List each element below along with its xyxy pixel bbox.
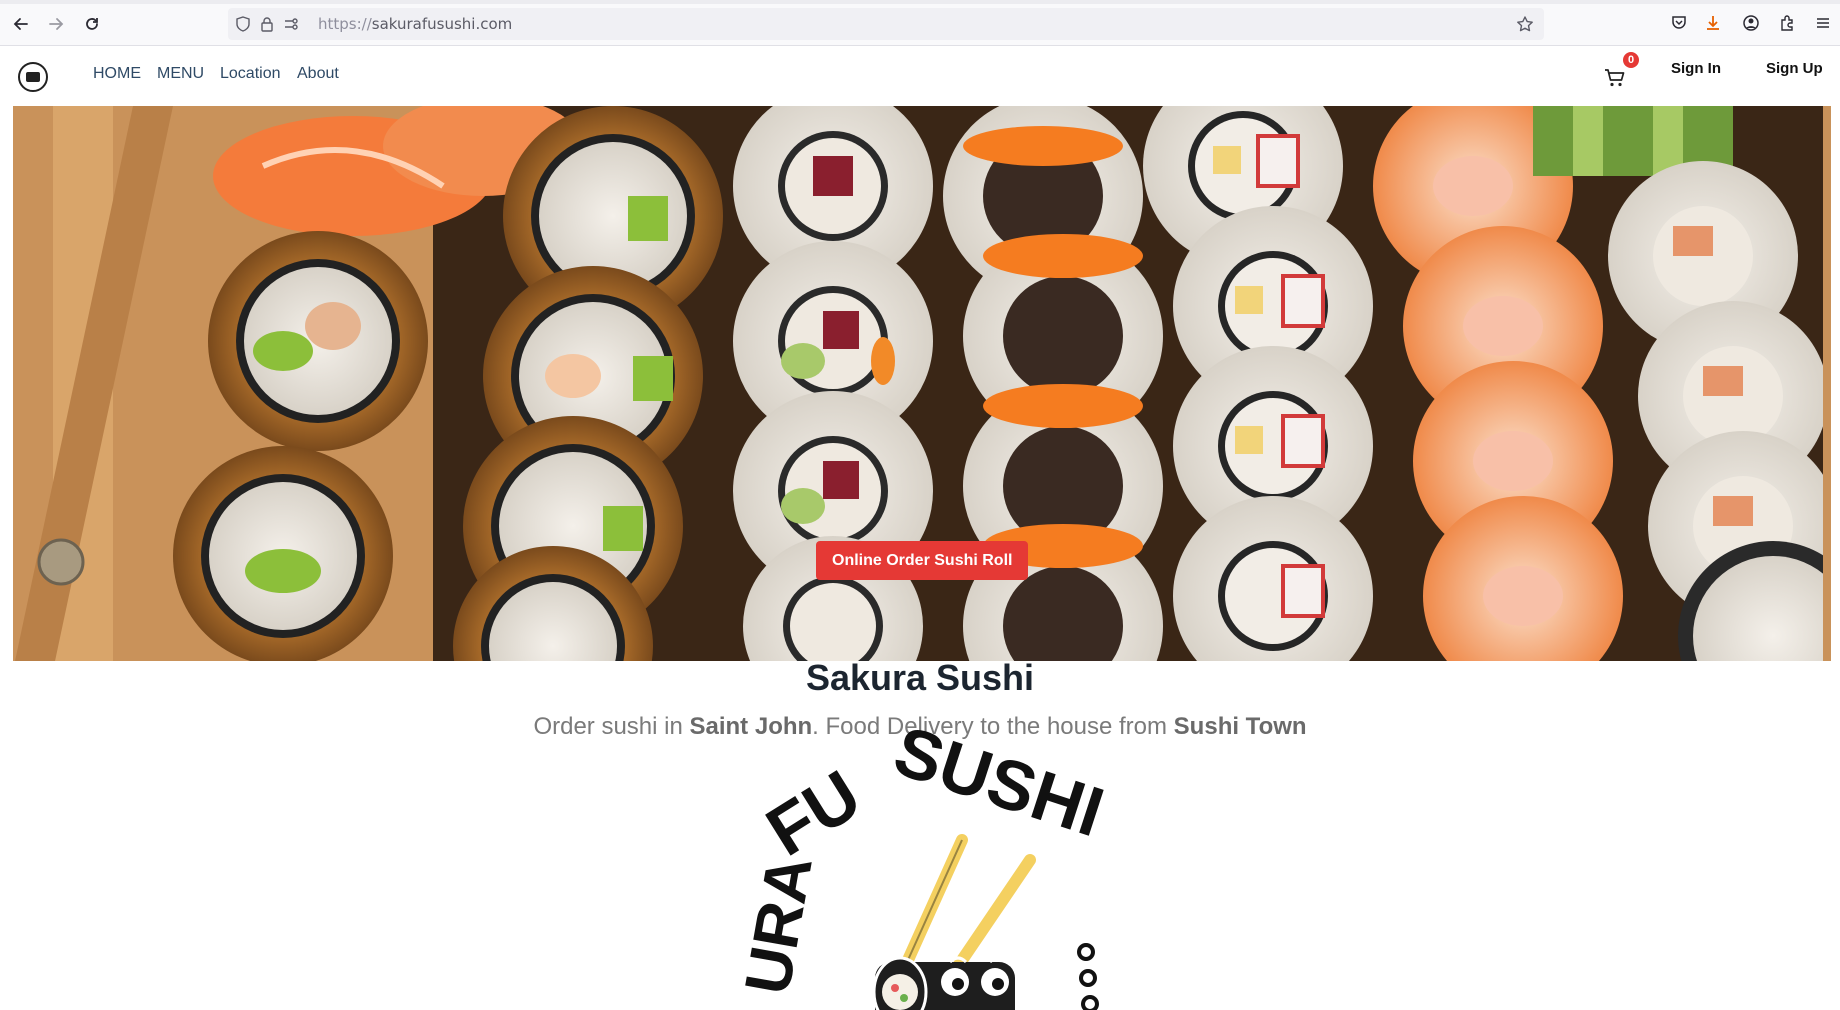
back-icon[interactable] [9, 12, 33, 36]
sign-up-link[interactable]: Sign Up [1766, 60, 1823, 77]
cart-icon[interactable] [1604, 68, 1628, 90]
shield-icon[interactable] [234, 15, 252, 33]
cart-count-badge: 0 [1623, 52, 1639, 68]
sign-in-link[interactable]: Sign In [1671, 60, 1721, 77]
menu-hamburger-icon[interactable] [1812, 12, 1834, 34]
url-host: sakurafusushi.com [371, 15, 513, 33]
url-text: https://sakurafusushi.com [318, 15, 512, 33]
forward-icon[interactable] [44, 12, 68, 36]
nav-location[interactable]: Location [220, 65, 281, 83]
site-permissions-icon[interactable] [282, 15, 300, 33]
nav-about[interactable]: About [297, 65, 339, 83]
account-icon[interactable] [1740, 12, 1762, 34]
pocket-icon[interactable] [1668, 12, 1690, 34]
nav-home[interactable]: HOME [93, 65, 141, 83]
subtitle-brand: Sushi Town [1173, 713, 1307, 740]
logo-arc-text-left: URA [731, 850, 826, 999]
tab-strip-edge [0, 0, 1840, 4]
lock-icon[interactable] [258, 15, 276, 33]
bookmark-star-icon[interactable] [1516, 15, 1534, 33]
url-bar[interactable]: https://sakurafusushi.com [228, 8, 1544, 40]
nav-menu[interactable]: MENU [157, 65, 204, 83]
logo-arc-text-right: SUSHI [885, 730, 1113, 851]
site-logo[interactable] [18, 62, 48, 92]
hero-banner: Online Order Sushi Roll [13, 106, 1831, 661]
sakura-fu-sushi-logo: URA FU SUSHI [690, 730, 1150, 1010]
url-scheme: https:// [318, 15, 372, 33]
online-order-button[interactable]: Online Order Sushi Roll [816, 541, 1029, 580]
browser-toolbar: https://sakurafusushi.com [0, 0, 1840, 46]
download-icon[interactable] [1702, 12, 1724, 34]
extensions-icon[interactable] [1776, 12, 1798, 34]
reload-icon[interactable] [80, 12, 104, 36]
subtitle-text-1: Order sushi in [533, 713, 690, 740]
site-header: HOME MENU Location About 0 Sign In Sign … [0, 46, 1840, 106]
page-title: Sakura Sushi [805, 657, 1035, 698]
